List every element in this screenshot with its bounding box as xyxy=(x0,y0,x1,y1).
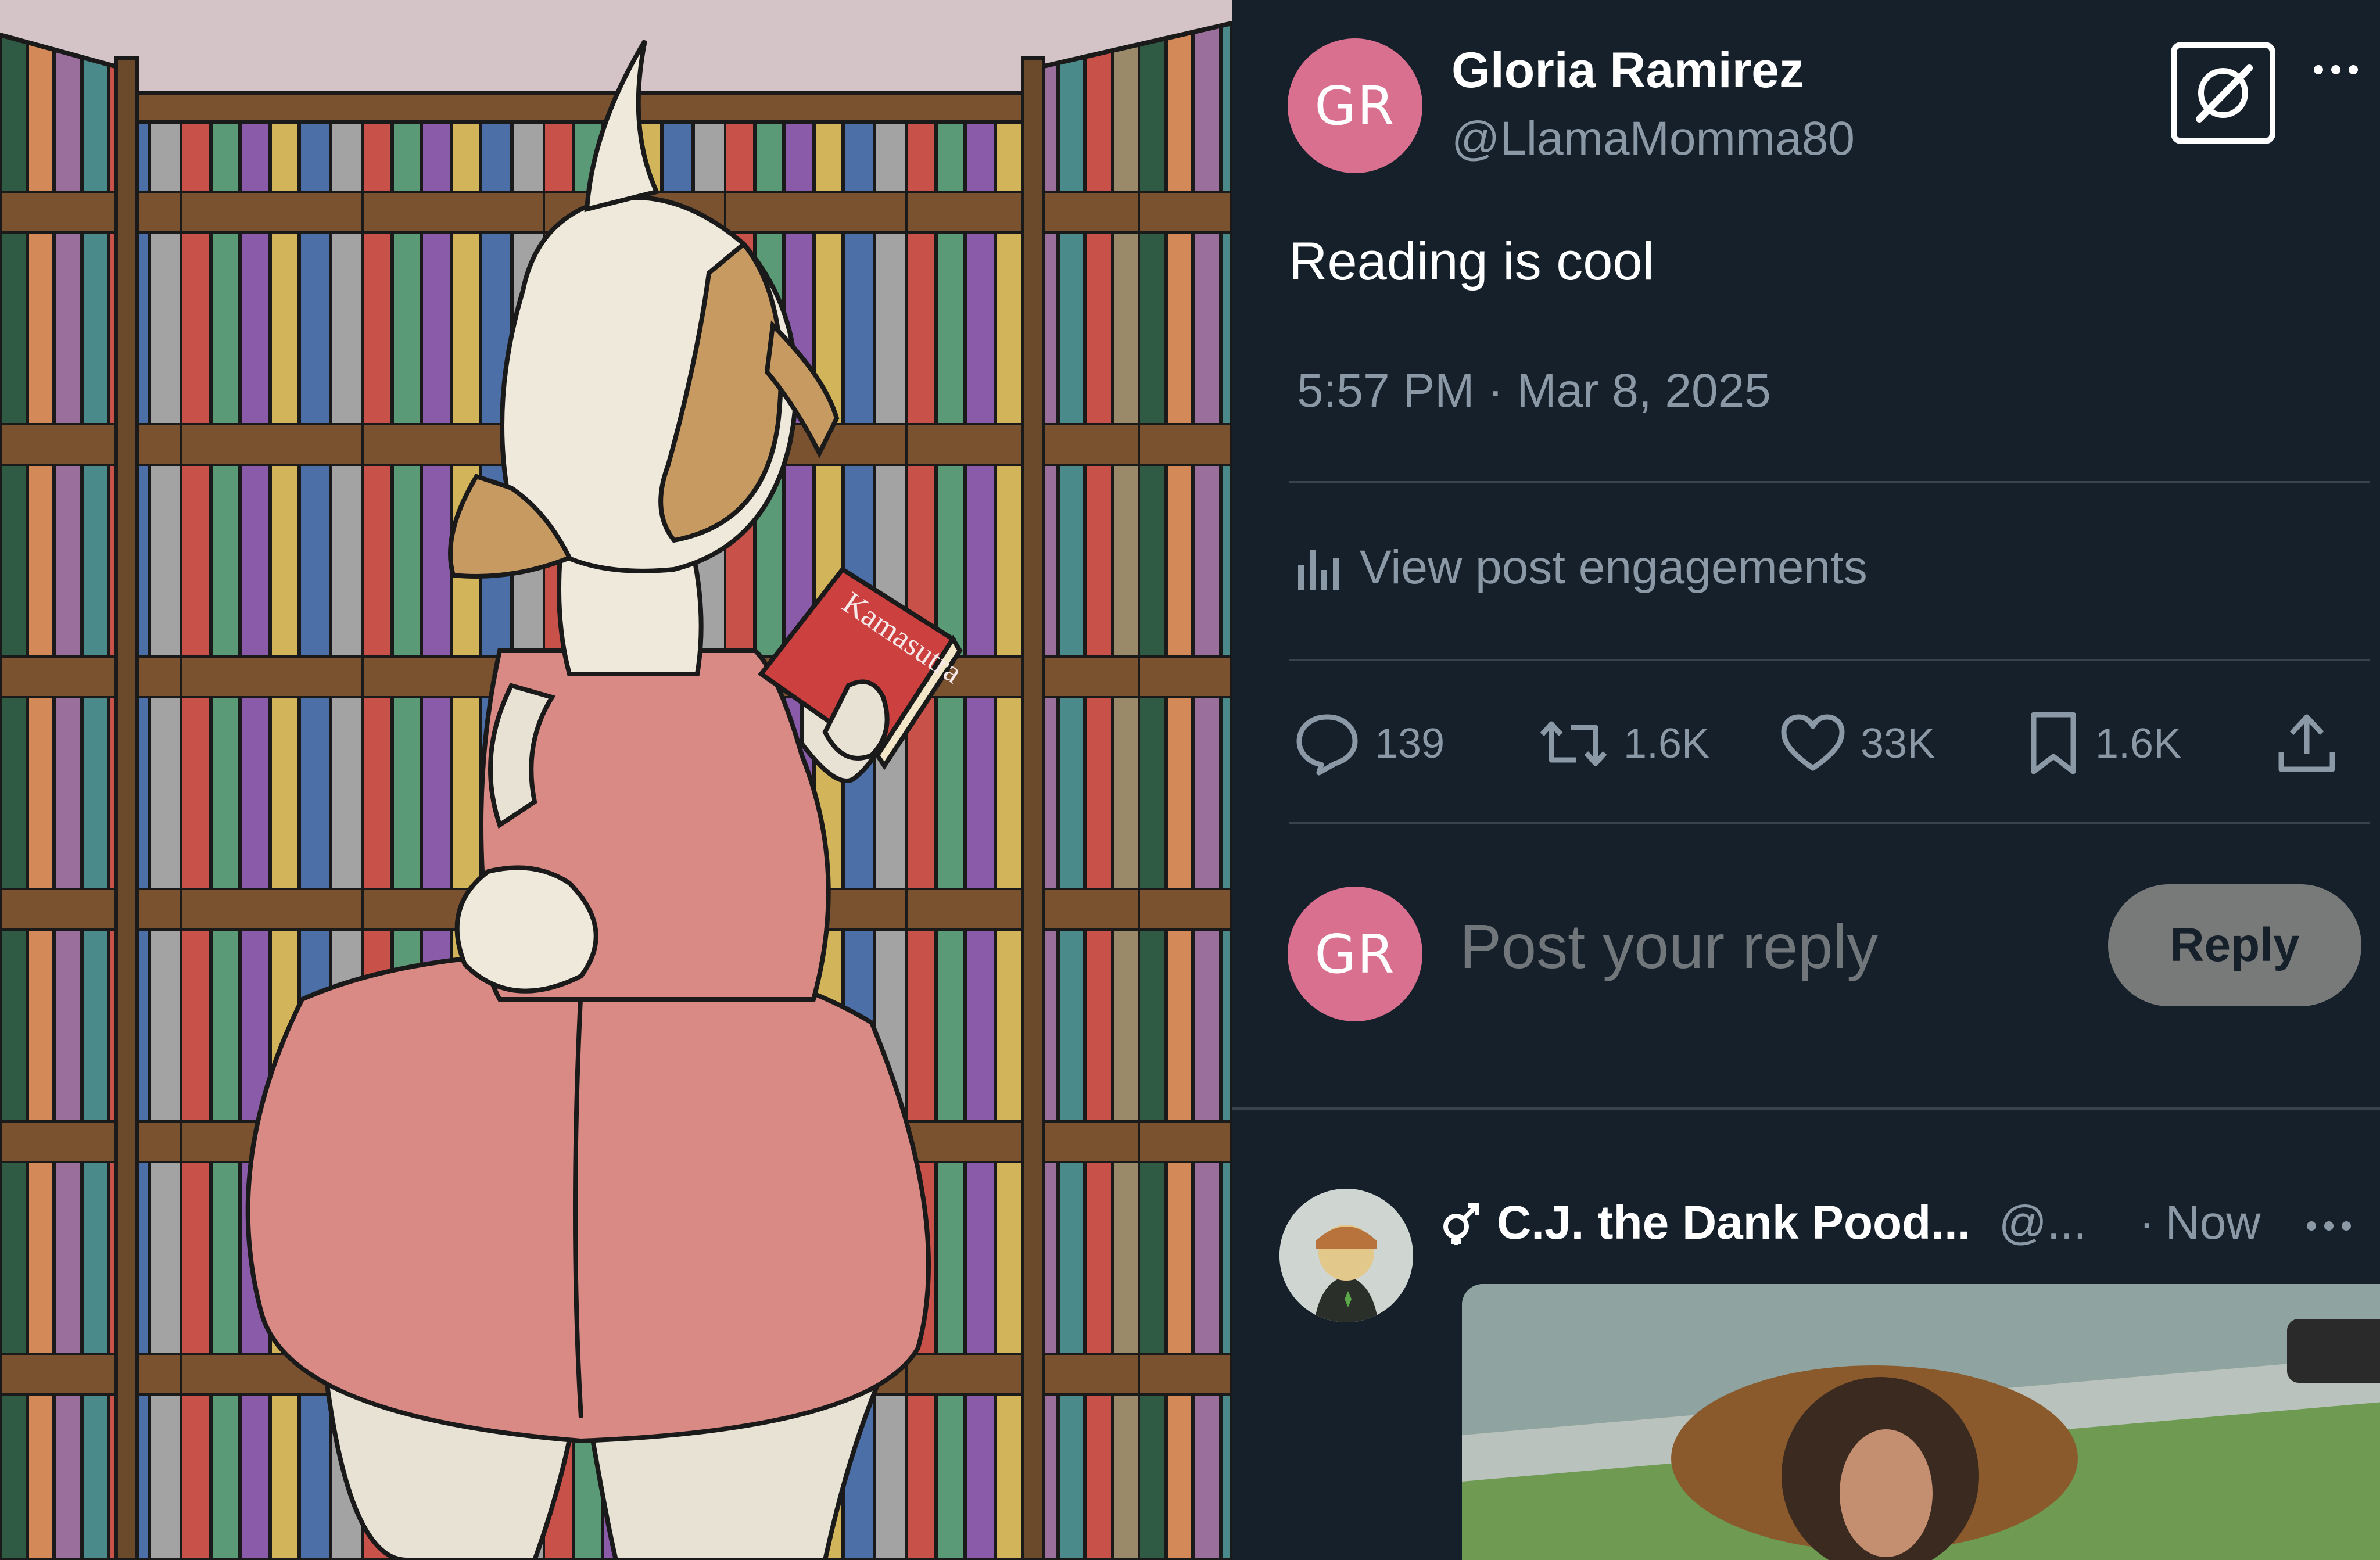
reply-time[interactable]: Now xyxy=(2165,1196,2260,1250)
tweet-panel: GR Gloria Ramirez @LlamaMomma80 Reading … xyxy=(1232,0,2380,1560)
action-bar: 139 1.6K 33K 1.6K xyxy=(1293,703,2357,784)
grok-button[interactable] xyxy=(2171,42,2275,144)
share-action[interactable] xyxy=(2273,703,2340,784)
like-count: 33K xyxy=(1861,720,1935,767)
divider xyxy=(1289,659,2370,661)
divider xyxy=(1232,1107,2380,1110)
author-avatar[interactable]: GR xyxy=(1288,38,1422,173)
bookmark-icon xyxy=(2031,712,2076,774)
repost-count: 1.6K xyxy=(1623,720,1710,767)
divider xyxy=(1289,481,2370,483)
reply-author-handle[interactable]: @... xyxy=(1999,1196,2087,1250)
author-name[interactable]: Gloria Ramirez xyxy=(1451,42,1804,99)
divider xyxy=(1289,822,2370,824)
reply-author-name[interactable]: C.J. the Dank Pood... xyxy=(1497,1196,1971,1250)
composer-avatar-initials: GR xyxy=(1314,923,1396,985)
reply-header: C.J. the Dank Pood... @... · Now xyxy=(1439,1191,2368,1255)
author-handle[interactable]: @LlamaMomma80 xyxy=(1451,112,1855,166)
reply-media-video[interactable] xyxy=(1462,1284,2380,1560)
engagements-label: View post engagements xyxy=(1360,541,1868,594)
engagements-icon xyxy=(1298,550,1339,590)
repost-action[interactable]: 1.6K xyxy=(1537,703,1709,784)
post-timestamp[interactable]: 5:57 PM · Mar 8, 2025 xyxy=(1297,364,1771,418)
gender-icon xyxy=(1443,1203,1479,1245)
author-avatar-initials: GR xyxy=(1314,74,1396,137)
bookmark-count: 1.6K xyxy=(2095,720,2182,767)
reply-button[interactable]: Reply xyxy=(2108,884,2361,1006)
reply-input[interactable]: Post your reply xyxy=(1460,910,1878,982)
more-icon[interactable] xyxy=(2314,65,2358,74)
video-thumbnail xyxy=(1462,1284,2380,1560)
reply-count: 139 xyxy=(1375,720,1445,767)
bookmark-action[interactable]: 1.6K xyxy=(2026,703,2181,784)
reply-separator: · xyxy=(2139,1196,2155,1249)
avatar-image xyxy=(1279,1189,1413,1322)
reply-author-avatar[interactable] xyxy=(1279,1189,1413,1322)
like-icon xyxy=(1781,714,1845,771)
view-engagements-link[interactable]: View post engagements xyxy=(1295,540,1868,595)
reply-action[interactable]: 139 xyxy=(1293,703,1445,784)
artwork-panel: Kamasutra xyxy=(0,0,1232,1560)
grok-icon xyxy=(2196,64,2253,123)
post-text: Reading is cool xyxy=(1289,232,1655,291)
composer-avatar: GR xyxy=(1288,887,1422,1021)
share-icon xyxy=(2278,714,2335,772)
reply-more-icon[interactable] xyxy=(2307,1221,2351,1231)
repost-icon xyxy=(1540,721,1607,766)
library-illustration: Kamasutra xyxy=(0,0,1232,1560)
like-action[interactable]: 33K xyxy=(1779,703,1935,784)
reply-icon xyxy=(1296,714,1358,776)
